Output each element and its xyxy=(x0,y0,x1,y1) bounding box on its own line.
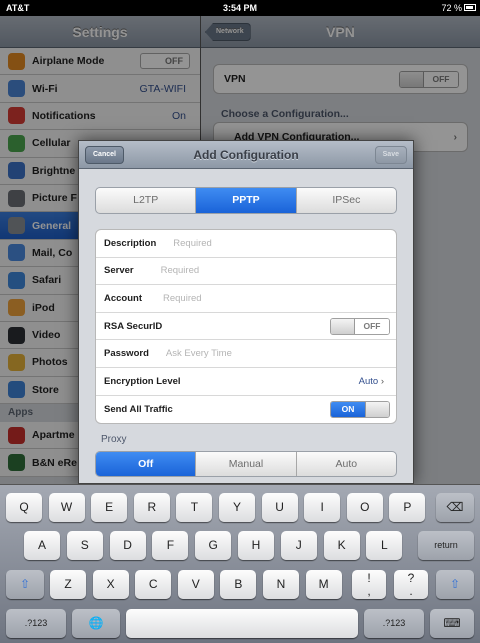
rsa-securid-toggle[interactable]: OFF xyxy=(330,317,390,335)
key-g[interactable]: G xyxy=(195,531,232,560)
add-configuration-modal: Cancel Add Configuration Save L2TP PPTP … xyxy=(78,140,414,484)
key-l[interactable]: L xyxy=(366,531,403,560)
globe-icon[interactable]: 🌐 xyxy=(72,609,120,638)
return-key[interactable]: return xyxy=(418,531,474,560)
encryption-value: Auto › xyxy=(358,375,384,387)
key-v[interactable]: V xyxy=(177,570,214,599)
shift-key-left[interactable]: ⇧ xyxy=(6,570,44,599)
account-placeholder: Required xyxy=(163,292,202,304)
key-o[interactable]: O xyxy=(346,493,383,522)
proxy-label: Proxy xyxy=(101,434,127,445)
protocol-segmented-control: L2TP PPTP IPSec xyxy=(95,187,397,214)
battery-percent: 72 % xyxy=(441,3,462,13)
exclamation-key[interactable]: !, xyxy=(352,570,386,599)
hide-keyboard-icon[interactable]: ⌨ xyxy=(430,609,474,638)
key-j[interactable]: J xyxy=(280,531,317,560)
rsa-securid-row: RSA SecurID OFF xyxy=(96,313,396,341)
send-all-traffic-toggle[interactable]: ON xyxy=(330,400,390,418)
key-h[interactable]: H xyxy=(238,531,274,560)
question-key[interactable]: ?. xyxy=(394,570,428,599)
key-p[interactable]: P xyxy=(389,493,426,522)
tab-pptp[interactable]: PPTP xyxy=(196,188,297,213)
tab-proxy-manual[interactable]: Manual xyxy=(196,452,297,476)
delete-key[interactable]: ⌫ xyxy=(436,493,474,522)
key-d[interactable]: D xyxy=(109,531,146,560)
toggle-knob xyxy=(365,401,389,417)
key-e[interactable]: E xyxy=(91,493,128,522)
tab-proxy-auto[interactable]: Auto xyxy=(297,452,396,476)
key-u[interactable]: U xyxy=(261,493,298,522)
toggle-knob xyxy=(331,318,355,334)
proxy-segmented-control: Off Manual Auto xyxy=(95,451,397,477)
save-button[interactable]: Save xyxy=(374,146,407,164)
server-field[interactable]: Server Required xyxy=(96,258,396,286)
key-b[interactable]: B xyxy=(220,570,257,599)
account-field[interactable]: Account Required xyxy=(96,285,396,313)
key-t[interactable]: T xyxy=(176,493,213,522)
key-n[interactable]: N xyxy=(263,570,299,599)
server-placeholder: Required xyxy=(160,265,200,277)
key-y[interactable]: Y xyxy=(219,493,255,522)
key-q[interactable]: Q xyxy=(6,493,42,522)
modal-nav-bar: Cancel Add Configuration Save xyxy=(79,141,413,169)
modal-title: Add Configuration xyxy=(193,148,299,162)
send-all-traffic-row: Send All Traffic ON xyxy=(96,396,396,424)
status-bar: AT&T 3:54 PM 72 % xyxy=(0,0,480,16)
key-k[interactable]: K xyxy=(323,531,360,560)
tab-ipsec[interactable]: IPSec xyxy=(297,188,396,213)
clock: 3:54 PM xyxy=(222,3,257,13)
numbers-key[interactable]: .?123 xyxy=(6,609,66,638)
key-m[interactable]: M xyxy=(305,570,342,599)
key-x[interactable]: X xyxy=(92,570,129,599)
description-placeholder: Required xyxy=(173,237,212,249)
key-f[interactable]: F xyxy=(152,531,189,560)
shift-key-right[interactable]: ⇧ xyxy=(436,570,474,599)
encryption-level-row[interactable]: Encryption Level Auto › xyxy=(96,368,396,396)
vpn-config-form: Description Required Server Required Acc… xyxy=(95,229,397,425)
chevron-right-icon: › xyxy=(380,375,384,387)
key-w[interactable]: W xyxy=(48,493,85,522)
key-i[interactable]: I xyxy=(304,493,341,522)
key-a[interactable]: A xyxy=(24,531,60,560)
on-screen-keyboard: .?123 🌐 .?123 ⌨ ⌫ return ⇧ ⇧ !, ?. QWERT… xyxy=(0,484,480,643)
key-z[interactable]: Z xyxy=(50,570,86,599)
description-field[interactable]: Description Required xyxy=(96,230,396,258)
password-placeholder: Ask Every Time xyxy=(165,348,232,360)
numbers-key-right[interactable]: .?123 xyxy=(364,609,424,638)
key-r[interactable]: R xyxy=(133,493,170,522)
tab-l2tp[interactable]: L2TP xyxy=(96,188,197,213)
tab-proxy-off[interactable]: Off xyxy=(96,452,197,476)
password-field[interactable]: Password Ask Every Time xyxy=(96,340,396,368)
key-c[interactable]: C xyxy=(135,570,172,599)
space-key[interactable] xyxy=(126,609,358,638)
key-s[interactable]: S xyxy=(66,531,103,560)
battery-icon xyxy=(464,4,476,11)
